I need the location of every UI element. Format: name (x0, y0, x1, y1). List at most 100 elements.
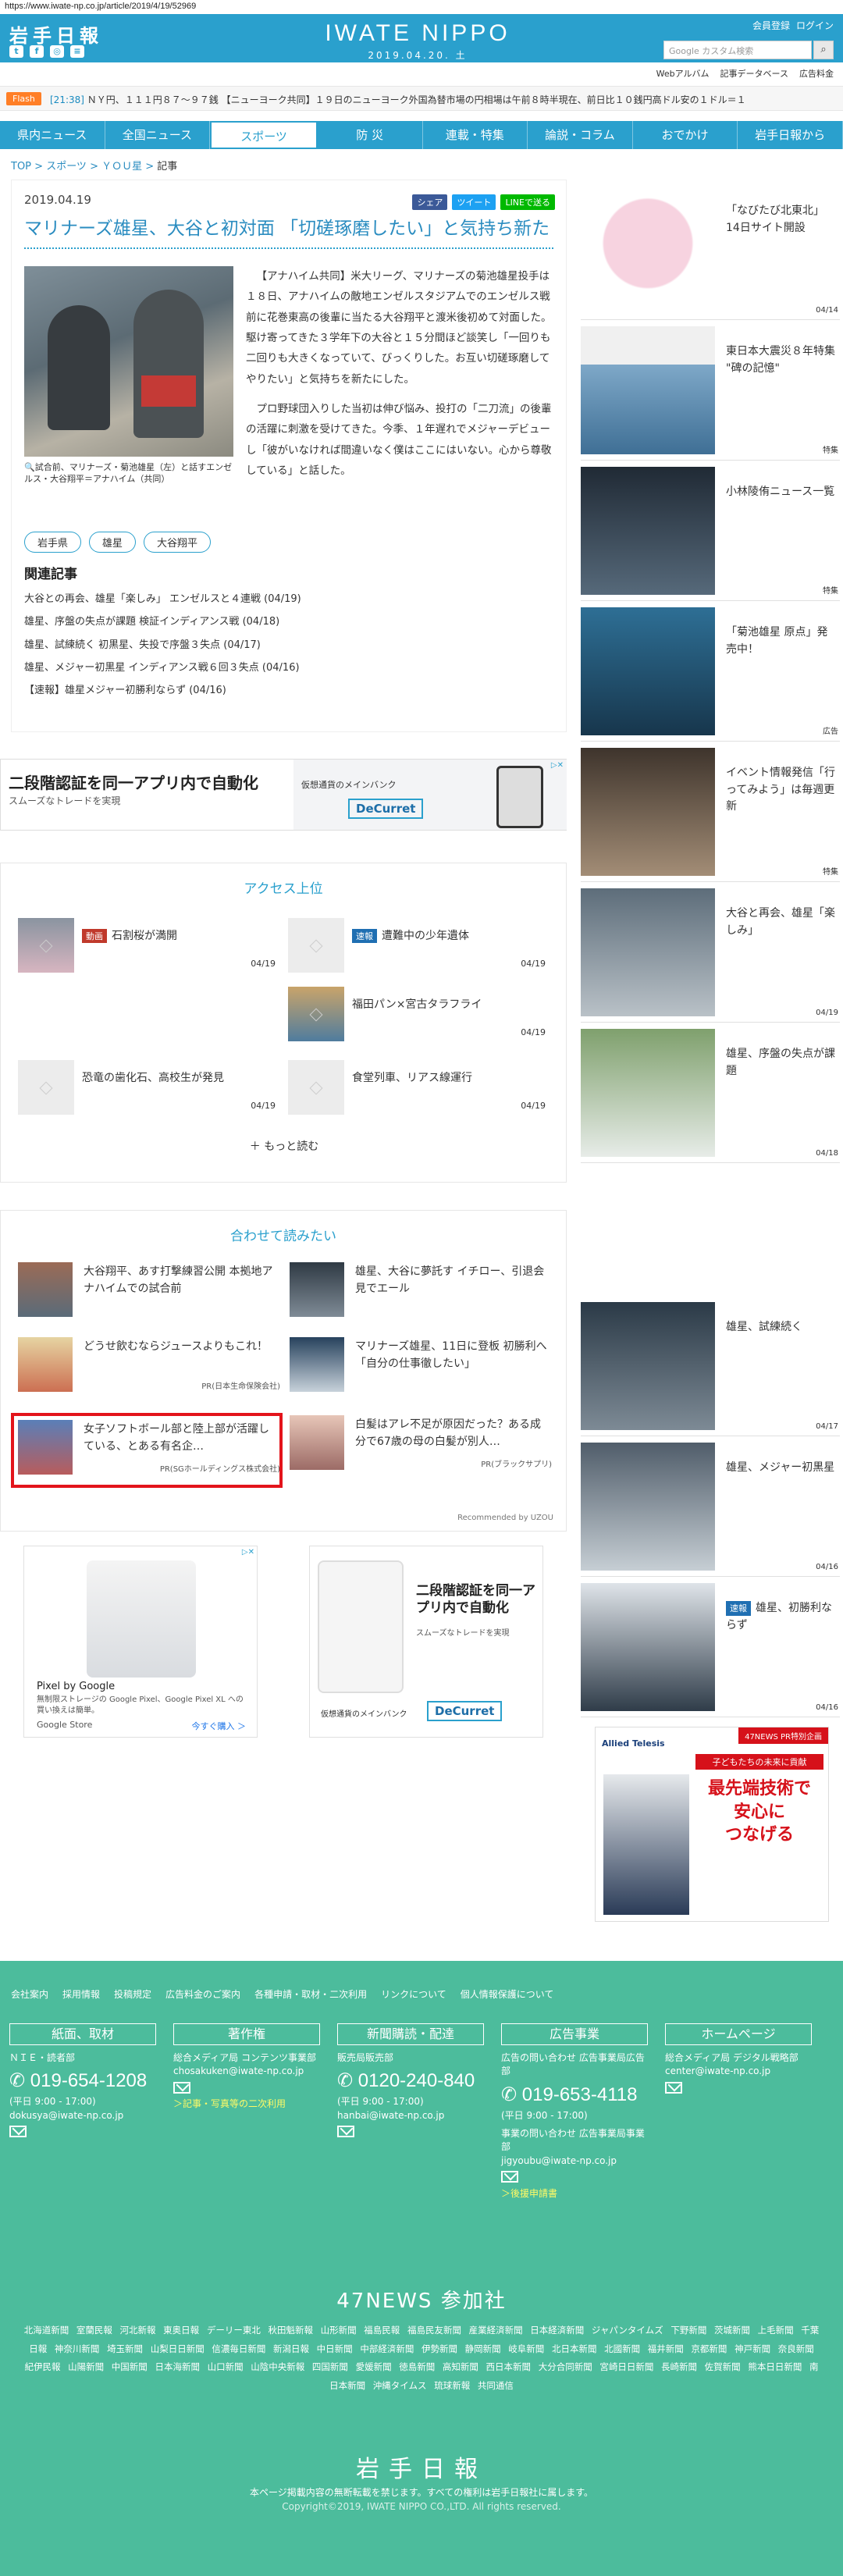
recommend-item[interactable]: 大谷翔平、あす打撃練習公開 本拠地アナハイムでの試合前 (18, 1262, 283, 1332)
footer-link[interactable]: 採用情報 (62, 1987, 100, 2001)
buy-now-link[interactable]: 今すぐ購入 ＞ (192, 1720, 247, 1732)
rss-icon[interactable]: ≡ (70, 45, 84, 58)
line-share-button[interactable]: LINEで送る (500, 194, 555, 210)
register-link[interactable]: 会員登録 (752, 19, 790, 32)
footer-logo[interactable]: 岩手日報 (0, 2450, 843, 2484)
recommend-item[interactable]: どうせ飲むならジュースよりもこれ！ PR(日本生命保険会社) (18, 1337, 283, 1407)
sidebar-item[interactable]: 大谷と再会、雄星「楽しみ」 04/19 (581, 882, 840, 1023)
thumbnail (18, 1337, 73, 1392)
sidebar-item[interactable]: 雄星、試練続く 04/17 (581, 1296, 840, 1436)
sidebar-item[interactable]: 小林陵侑ニュース一覧 特集 (581, 461, 840, 601)
footer-col-homepage: ホームページ 総合メディア局 デジタル戦略部 center@iwate-np.c… (665, 2023, 812, 2097)
ranking-item[interactable]: 恐竜の歯化石、高校生が発見 04/19 (18, 1060, 276, 1119)
nav-from-iwate-nippo[interactable]: 岩手日報から (738, 121, 843, 149)
search-input[interactable]: Google カスタム検索 (663, 41, 812, 59)
nav-disaster[interactable]: 防 災 (318, 121, 423, 149)
article-paragraph: 【アナハイム共同】米大リーグ、マリナーズの菊池雄星投手は１８日、アナハイムの敵地… (246, 270, 552, 386)
mail-icon[interactable] (9, 2125, 27, 2137)
article-tags: 岩手県 雄星 大谷翔平 (24, 532, 212, 553)
facebook-icon[interactable]: f (30, 45, 44, 58)
sidebar-item[interactable]: イベント情報発信「行ってみよう」は毎週更新 特集 (581, 742, 840, 882)
nav-series[interactable]: 連載・特集 (423, 121, 528, 149)
pixel-phone-image (87, 1560, 196, 1678)
related-item[interactable]: 雄星、序盤の失点が課題 検証インディアンス戦 (04/18) (24, 610, 301, 633)
secondary-use-link[interactable]: ＞記事・写真等の二次利用 (173, 2097, 320, 2111)
footer-link[interactable]: 各種申請・取材・二次利用 (254, 1987, 367, 2001)
footer-link[interactable]: リンクについて (381, 1987, 446, 2001)
adchoices-icon[interactable]: ▷✕ (551, 761, 564, 770)
brand-name[interactable]: IWATE NIPPO (320, 20, 515, 47)
mail-icon[interactable] (173, 2081, 190, 2094)
nav-outing[interactable]: おでかけ (633, 121, 738, 149)
web-album-link[interactable]: Webアルバム (656, 67, 710, 80)
footer-link[interactable]: 個人情報保護について (461, 1987, 554, 2001)
tag-yusei[interactable]: 雄星 (89, 532, 137, 553)
sidebar-item[interactable]: 雄星、メジャー初黒星 04/16 (581, 1436, 840, 1577)
flash-ticker[interactable]: [21:38] ＮＹ円、１１１円８７～９７銭 【ニューヨーク共同】１９日のニュー… (50, 93, 831, 106)
magnifier-icon[interactable]: 🔍 (24, 462, 35, 472)
footer-link[interactable]: 会社案内 (11, 1987, 48, 2001)
breadcrumb-yousei[interactable]: ＹＯＵ星 (101, 161, 142, 173)
nav-local-news[interactable]: 県内ニュース (0, 121, 105, 149)
mail-icon[interactable] (501, 2171, 518, 2183)
ranking-item[interactable]: 動画 石割桜が満開 04/19 (18, 918, 276, 977)
mail-icon[interactable] (337, 2125, 354, 2137)
allied-telesis-ad[interactable]: 47NEWS PR特別企画 Allied Telesis 子どもたちの未来に貢献… (595, 1727, 829, 1922)
sidebar-item[interactable]: 「菊池雄星 原点」発売中！ 広告 (581, 601, 840, 742)
tag-iwate[interactable]: 岩手県 (24, 532, 82, 553)
site-logo[interactable]: 岩手日報 (9, 20, 103, 48)
article-title: マリナーズ雄星、大谷と初対面 「切磋琢磨したい」と気持ち新た (24, 216, 553, 250)
footer-link[interactable]: 広告料金のご案内 (165, 1987, 240, 2001)
recommend-item[interactable]: 白髪はアレ不足が原因だった？ある成分で67歳の母の白髪が別人… PR(ブラックサ… (290, 1415, 555, 1485)
breadcrumb-sports[interactable]: スポーツ (46, 161, 87, 173)
ranking-item[interactable]: 福田パン×宮古タラフライ 04/19 (288, 987, 546, 1046)
nav-sports[interactable]: スポーツ (210, 121, 318, 149)
article-photo[interactable] (24, 266, 233, 457)
adchoices-icon[interactable]: ▷✕ (242, 1548, 254, 1557)
article-database-link[interactable]: 記事データベース (720, 67, 788, 80)
sidebar-item[interactable]: 雄星、序盤の失点が課題 04/18 (581, 1023, 840, 1163)
decurret-ad[interactable]: 二段階認証を同一アプリ内で自動化 スムーズなトレードを実現 仮想通貨のメインバン… (309, 1546, 543, 1738)
facebook-share-button[interactable]: シェア (412, 194, 448, 210)
banner-ad[interactable]: 二段階認証を同一アプリ内で自動化 スムーズなトレードを実現 仮想通貨のメインバン… (0, 759, 567, 831)
ranking-item[interactable]: 速報 遭難中の少年遺体 04/19 (288, 918, 546, 977)
mail-icon[interactable] (665, 2081, 682, 2094)
thumbnail (581, 1583, 715, 1711)
related-item[interactable]: 雄星、メジャー初黒星 インディアンス戦６回３失点 (04/16) (24, 656, 301, 679)
footer-link[interactable]: 投稿規定 (114, 1987, 151, 2001)
read-more-button[interactable]: ＋ もっと読む (1, 1138, 567, 1154)
instagram-icon[interactable]: ◎ (50, 45, 64, 58)
nav-editorial[interactable]: 論説・コラム (528, 121, 633, 149)
ad-rates-link[interactable]: 広告料金 (799, 67, 834, 80)
sidebar-item[interactable]: 速報 雄星、初勝利ならず 04/16 (581, 1577, 840, 1717)
flash-news-bar: Flash [21:38] ＮＹ円、１１１円８７～９７銭 【ニューヨーク共同】１… (0, 86, 843, 111)
recommend-credit[interactable]: Recommended by UZOU (457, 1514, 553, 1522)
breadcrumb-top[interactable]: TOP (11, 161, 31, 173)
recommend-item[interactable]: 雄星、大谷に夢託す イチロー、引退会見でエール (290, 1262, 555, 1332)
footer-col-editorial: 紙面、取材 ＮＩＥ・読者部 ✆ 019-654-1208 (平日 9:00 - … (9, 2023, 156, 2141)
search-icon[interactable]: ⌕ (813, 41, 834, 59)
ranking-item[interactable]: 食堂列車、リアス線運行 04/19 (288, 1060, 546, 1119)
login-link[interactable]: ログイン (796, 19, 834, 32)
related-item[interactable]: 雄星、試練続く 初黒星、失投で序盤３失点 (04/17) (24, 634, 301, 656)
related-list: 大谷との再会、雄星「楽しみ」 エンゼルスと４連戦 (04/19) 雄星、序盤の失… (24, 588, 301, 702)
related-item[interactable]: 【速報】雄星メジャー初勝利ならず (04/16) (24, 679, 301, 702)
related-item[interactable]: 大谷との再会、雄星「楽しみ」 エンゼルスと４連戦 (04/19) (24, 588, 301, 610)
article: 2019.04.19 シェア ツイート LINEで送る マリナーズ雄星、大谷と初… (11, 180, 567, 732)
recommend-item[interactable]: マリナーズ雄星、11日に登板 初勝利へ「自分の仕事徹したい」 (290, 1337, 555, 1407)
sidebar-item[interactable]: 東日本大震災８年特集 "碑の記憶" 特集 (581, 320, 840, 461)
nav-national-news[interactable]: 全国ニュース (105, 121, 211, 149)
thumbnail (18, 1262, 73, 1317)
google-pixel-ad[interactable]: Pixel by Google 無制限ストレージの Google Pixel、G… (23, 1546, 258, 1738)
tweet-button[interactable]: ツイート (452, 194, 496, 210)
allied-telesis-logo: Allied Telesis (602, 1738, 665, 1749)
footer-col-advertising: 広告事業 広告の問い合わせ 広告事業局広告部 ✆ 019-653-4118 (平… (501, 2023, 648, 2201)
article-body: 【アナハイム共同】米大リーグ、マリナーズの菊池雄星投手は１８日、アナハイムの敵地… (246, 266, 552, 481)
tag-ohtani[interactable]: 大谷翔平 (144, 532, 212, 553)
sponsorship-form-link[interactable]: ＞後援申請書 (501, 2187, 648, 2201)
thumbnail (18, 918, 74, 973)
phone-image (318, 1560, 404, 1693)
sidebar-item[interactable]: 「なびたび北東北」14日サイト開設 04/14 (581, 180, 840, 320)
47news-members[interactable]: 北海道新聞 室蘭民報 河北新報 東奥日報 デーリー東北 秋田魁新報 山形新聞 福… (23, 2322, 820, 2395)
twitter-icon[interactable]: t (9, 45, 23, 58)
